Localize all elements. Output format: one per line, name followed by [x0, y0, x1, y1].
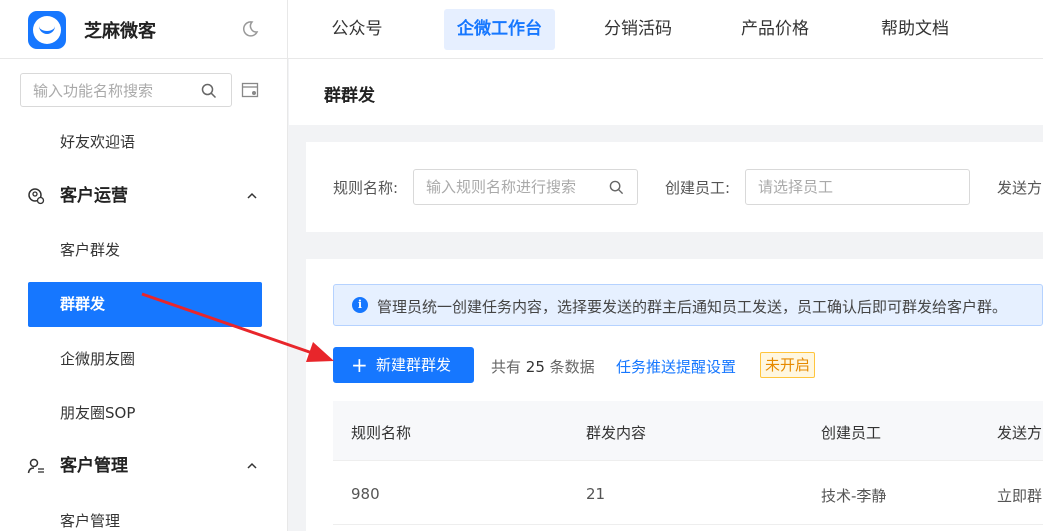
search-icon[interactable] [201, 83, 217, 99]
column-header-rule-name: 规则名称 [351, 424, 412, 442]
creator-select[interactable] [745, 169, 970, 205]
filter-panel: 规则名称: 创建员工: 发送方 [306, 142, 1043, 232]
table-row[interactable]: 980 21 技术-李静 立即群 [333, 461, 1043, 525]
cell-creator: 技术-李静 [821, 487, 887, 505]
sidebar-item-label: 朋友圈SOP [60, 404, 136, 422]
sidebar-item-welcome-message[interactable]: 好友欢迎语 [0, 119, 288, 165]
creator-input[interactable] [758, 177, 928, 197]
chevron-up-icon [247, 462, 257, 469]
sidebar-item-customer-broadcast[interactable]: 客户群发 [0, 227, 288, 273]
total-count: 25 [525, 358, 545, 376]
page-header: 群群发 [289, 59, 1043, 125]
column-header-send-method: 发送方 [997, 424, 1043, 442]
top-navigation-bar: 芝麻微客 公众号 企微工作台 分销活码 产品价格 帮助文档 [0, 0, 1043, 59]
total-prefix: 共有 [491, 358, 522, 376]
sidebar-item-label: 好友欢迎语 [60, 133, 136, 151]
column-header-creator: 创建员工 [821, 424, 882, 442]
logo-area: 芝麻微客 [0, 0, 288, 59]
customer-ops-icon [28, 188, 45, 205]
sidebar-item-group-broadcast[interactable]: 群群发 [28, 282, 262, 327]
info-icon: i [352, 297, 368, 313]
app-logo-icon [28, 11, 66, 49]
rule-name-input[interactable] [426, 177, 596, 197]
chevron-up-icon [247, 192, 257, 199]
info-notice: i 管理员统一创建任务内容，选择要发送的群主后通知员工发送，员工确认后即可群发给… [333, 284, 1043, 326]
creator-label: 创建员工: [665, 179, 731, 197]
column-header-content: 群发内容 [586, 424, 647, 442]
notice-text: 管理员统一创建任务内容，选择要发送的群主后通知员工发送，员工确认后即可群发给客户… [377, 298, 1008, 316]
reminder-settings-link[interactable]: 任务推送提醒设置 [616, 356, 736, 377]
customer-manage-icon [27, 458, 44, 474]
search-icon[interactable] [609, 180, 624, 195]
sidebar-item-moments[interactable]: 企微朋友圈 [0, 336, 288, 382]
new-group-broadcast-button[interactable]: + 新建群群发 [333, 347, 474, 383]
plus-icon: + [351, 353, 368, 377]
sidebar-item-label: 客户管理 [60, 512, 121, 530]
sidebar-group-customer-manage[interactable]: 客户管理 [0, 443, 288, 489]
sidebar-group-customer-ops[interactable]: 客户运营 [0, 173, 288, 219]
sidebar-group-label: 客户运营 [60, 186, 128, 206]
list-panel: i 管理员统一创建任务内容，选择要发送的群主后通知员工发送，员工确认后即可群发给… [306, 259, 1043, 531]
sidebar-item-label: 企微朋友圈 [60, 350, 136, 368]
status-badge: 未开启 [760, 352, 816, 378]
table-header: 规则名称 群发内容 创建员工 发送方 [333, 401, 1043, 461]
cell-content: 21 [586, 485, 606, 503]
send-method-label: 发送方 [997, 179, 1043, 197]
total-count-text: 共有 25 条数据 [491, 356, 595, 377]
button-label: 新建群群发 [376, 356, 452, 374]
page-title: 群群发 [324, 86, 375, 106]
nav-tab-help-docs[interactable]: 帮助文档 [875, 9, 955, 50]
collapse-menu-icon[interactable] [241, 81, 259, 99]
sidebar-item-label: 群群发 [60, 295, 106, 313]
sidebar-item-moments-sop[interactable]: 朋友圈SOP [0, 390, 288, 436]
nav-tab-workbench[interactable]: 企微工作台 [444, 9, 555, 50]
sidebar: 好友欢迎语 客户运营 客户群发 群群发 企微朋友圈 朋友圈SOP 客户管理 [0, 59, 288, 531]
app-name: 芝麻微客 [84, 21, 156, 42]
sidebar-search-input[interactable] [33, 80, 193, 102]
rule-name-label: 规则名称: [333, 179, 399, 197]
moon-icon[interactable] [241, 20, 259, 38]
cell-send-method: 立即群 [997, 487, 1043, 505]
sidebar-search-box [20, 73, 232, 107]
sidebar-item-customer-management[interactable]: 客户管理 [0, 498, 288, 531]
sidebar-item-label: 客户群发 [60, 241, 121, 259]
nav-tab-pricing[interactable]: 产品价格 [735, 9, 815, 50]
total-suffix: 条数据 [549, 358, 595, 376]
nav-tab-official-account[interactable]: 公众号 [322, 9, 392, 50]
sidebar-group-label: 客户管理 [60, 456, 128, 476]
cell-rule-name: 980 [351, 485, 380, 503]
rule-name-field [413, 169, 638, 205]
nav-tab-distribution-code[interactable]: 分销活码 [598, 9, 678, 50]
